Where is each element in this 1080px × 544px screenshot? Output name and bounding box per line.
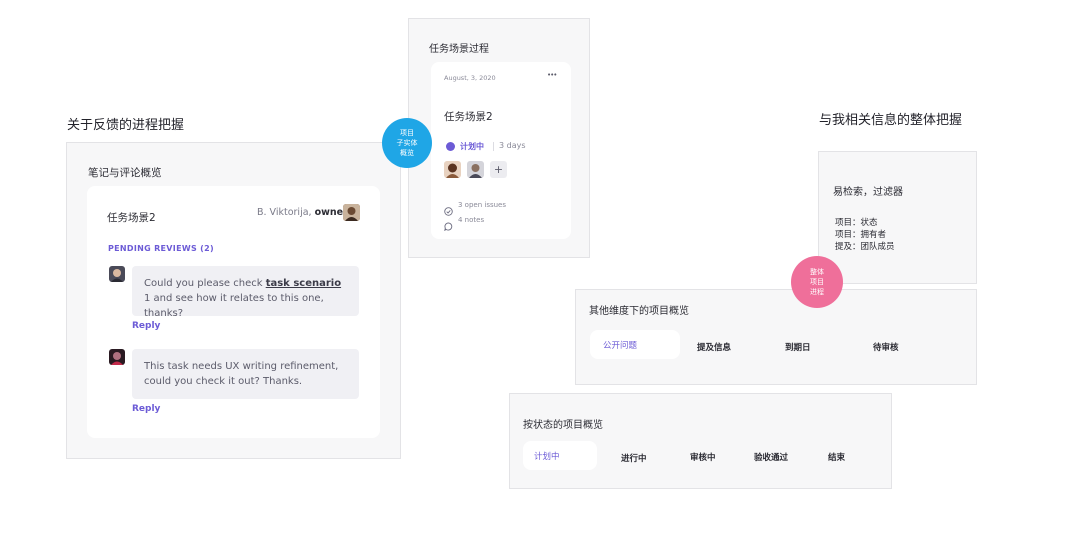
notes-comments-panel: 笔记与评论概览 任务场景2 B. Viktorija, owner PENDIN… (66, 142, 401, 459)
panel-title: 其他维度下的项目概览 (589, 306, 689, 317)
comment-bubble-1: Could you please check task scenario 1 a… (132, 266, 359, 319)
tab-in-progress[interactable]: 进行中 (621, 452, 647, 464)
tab-closed[interactable]: 结束 (828, 451, 845, 463)
badge-text: 子实体 (396, 139, 418, 147)
comment-text: 1 and see how it relates to this one, th… (144, 293, 324, 319)
task-scenario-card[interactable]: August, 3, 2020 ••• 任务场景2 计划中 3 days + 3… (431, 62, 571, 239)
tab-pending-review[interactable]: 待审核 (873, 341, 899, 353)
filter-item[interactable]: 提及：团队成员 (835, 241, 895, 253)
panel-title: 任务场景过程 (429, 44, 489, 55)
more-icon[interactable]: ••• (547, 71, 557, 79)
tab-accepted[interactable]: 验收通过 (754, 451, 788, 463)
feedback-heading: 关于反馈的进程把握 (67, 118, 185, 133)
notes-label[interactable]: 4 notes (458, 216, 484, 224)
badge-text: 进程 (810, 288, 824, 296)
commenter-avatar (109, 349, 125, 365)
owner-avatar[interactable] (343, 204, 360, 221)
owner-name: B. Viktorija, (257, 207, 315, 218)
badge-text: 项目 (400, 129, 414, 137)
pending-reviews-label: PENDING REVIEWS (2) (108, 244, 214, 253)
badge-text: 项目 (810, 278, 824, 286)
panel-title: 按状态的项目概览 (523, 420, 603, 431)
dimensions-overview-panel: 其他维度下的项目概览 公开问题 提及信息 到期日 待审核 (575, 289, 977, 385)
tab-due-date[interactable]: 到期日 (785, 341, 811, 353)
duration-label: 3 days (499, 141, 526, 150)
chat-bubble-icon (444, 216, 453, 235)
status-label: 计划中 (460, 142, 484, 151)
filter-list: 项目：状态 项目：拥有者 提及：团队成员 (835, 217, 895, 253)
reply-link-1[interactable]: Reply (132, 321, 160, 331)
tab-in-review[interactable]: 审核中 (690, 451, 716, 463)
filter-panel: 易检索，过滤器 项目：状态 项目：拥有者 提及：团队成员 (818, 151, 977, 284)
subentity-overview-badge: 项目 子实体 概览 (382, 118, 432, 168)
badge-text: 概览 (400, 149, 414, 157)
task-process-panel: 任务场景过程 August, 3, 2020 ••• 任务场景2 计划中 3 d… (408, 18, 590, 258)
task-scenario-link[interactable]: task scenario (266, 278, 341, 289)
task-date: August, 3, 2020 (444, 74, 496, 82)
panel-title: 笔记与评论概览 (88, 167, 162, 179)
related-info-heading: 与我相关信息的整体把握 (819, 113, 963, 128)
task-title: 任务场景2 (107, 212, 156, 224)
task-title: 任务场景2 (444, 111, 493, 123)
owner-label[interactable]: B. Viktorija, owner (257, 207, 348, 218)
open-issues-label[interactable]: 3 open issues (458, 201, 506, 209)
commenter-avatar (109, 266, 125, 282)
member-avatar[interactable] (444, 161, 461, 178)
tab-open-issues[interactable]: 公开问题 (590, 330, 680, 359)
tab-planned[interactable]: 计划中 (523, 441, 597, 470)
member-avatar[interactable] (467, 161, 484, 178)
comment-text: Could you please check (144, 278, 266, 289)
add-member-button[interactable]: + (490, 161, 507, 178)
task-card: 任务场景2 B. Viktorija, owner PENDING REVIEW… (87, 186, 380, 438)
filter-title: 易检索，过滤器 (833, 187, 903, 198)
filter-item[interactable]: 项目：状态 (835, 217, 895, 229)
comment-bubble-2: This task needs UX writing refinement, c… (132, 349, 359, 399)
divider (493, 142, 494, 151)
overall-progress-badge: 整体 项目 进程 (791, 256, 843, 308)
status-overview-panel: 按状态的项目概览 计划中 进行中 审核中 验收通过 结束 (509, 393, 892, 489)
status-dot-icon (446, 142, 455, 151)
filter-item[interactable]: 项目：拥有者 (835, 229, 895, 241)
reply-link-2[interactable]: Reply (132, 404, 160, 414)
badge-text: 整体 (810, 268, 824, 276)
tab-mentions[interactable]: 提及信息 (697, 341, 731, 353)
